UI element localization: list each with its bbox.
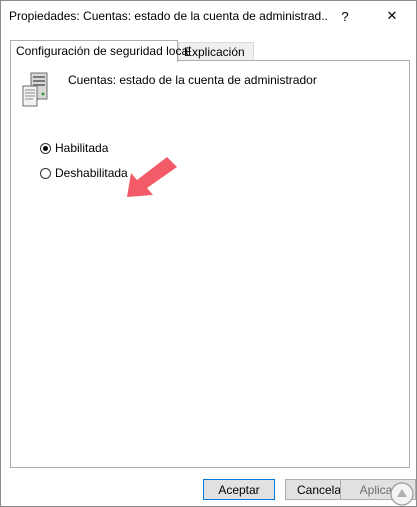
policy-name: Cuentas: estado de la cuenta de administ…: [68, 73, 317, 87]
help-button[interactable]: ?: [323, 1, 367, 31]
radio-disabled-circle[interactable]: [40, 167, 51, 179]
properties-dialog: Propiedades: Cuentas: estado de la cuent…: [0, 0, 417, 507]
ok-button[interactable]: Aceptar: [203, 479, 275, 500]
tab-panel: Cuentas: estado de la cuenta de administ…: [10, 60, 410, 468]
radio-enabled-circle[interactable]: [40, 142, 51, 154]
arrow-pointer-icon: [127, 157, 177, 197]
radio-enabled-label: Habilitada: [55, 141, 109, 155]
radio-disabled[interactable]: Deshabilitada: [40, 166, 128, 180]
close-button[interactable]: ✕: [370, 1, 414, 31]
title-bar[interactable]: Propiedades: Cuentas: estado de la cuent…: [1, 1, 416, 31]
radio-disabled-label: Deshabilitada: [55, 166, 128, 180]
tab-strip: Configuración de seguridad local Explica…: [10, 40, 410, 62]
server-policy-icon: [22, 72, 48, 107]
tab-local-security-setting[interactable]: Configuración de seguridad local: [10, 40, 191, 62]
dialog-title: Propiedades: Cuentas: estado de la cuent…: [9, 9, 327, 23]
watermark-logo-icon: [390, 482, 414, 506]
radio-enabled[interactable]: Habilitada: [40, 141, 108, 155]
